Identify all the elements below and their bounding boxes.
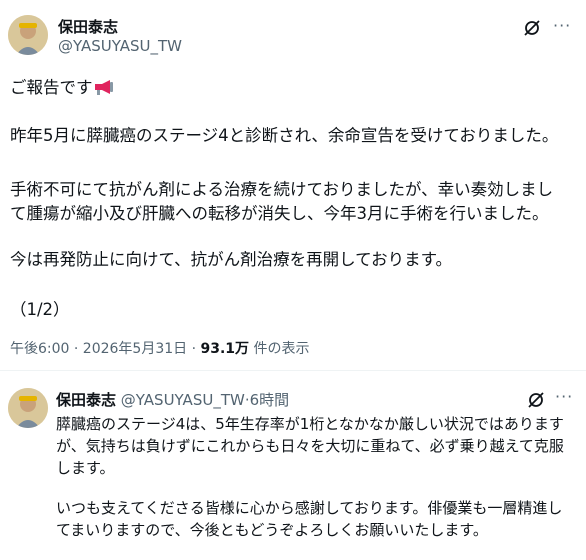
post-meta: 午後6:00 · 2026年5月31日 · 93.1万 件の表示 xyxy=(10,338,310,358)
post-text-line: 今は再発防止に向けて、抗がん剤治療を再開しております。 xyxy=(10,250,453,269)
grok-icon[interactable] xyxy=(522,18,542,38)
reply-text-line: します。 xyxy=(56,459,115,477)
author-name[interactable]: 保田泰志 xyxy=(58,16,118,37)
intro-text: ご報告です xyxy=(10,78,93,97)
intro-line: ご報告です xyxy=(10,74,115,98)
reply-author-name[interactable]: 保田泰志 xyxy=(56,391,116,409)
author-avatar[interactable] xyxy=(8,15,48,55)
reply-text-line: 膵臓癌のステージ4は、5年生存率が1桁となかなか厳しい状況ではあります xyxy=(56,415,564,433)
post-text-line: 手術不可にて抗がん剤による治療を続けておりましたが、幸い奏効しまし xyxy=(10,180,554,199)
meta-separator: · xyxy=(191,341,197,357)
author-handle[interactable]: @YASUYASU_TW xyxy=(58,37,182,55)
avatar-image xyxy=(8,388,48,428)
post-text-line: 昨年5月に膵臓癌のステージ4と診断され、余命宣告を受けておりました。 xyxy=(10,126,559,145)
views-count[interactable]: 93.1万 xyxy=(201,341,250,357)
views-label: 件の表示 xyxy=(253,341,310,357)
reply-more-options-button[interactable]: ··· xyxy=(555,387,573,406)
avatar-image xyxy=(8,15,48,55)
divider xyxy=(0,370,586,371)
megaphone-icon xyxy=(94,80,113,95)
reply-grok-icon[interactable] xyxy=(526,390,546,410)
reply-relative-time[interactable]: 6時間 xyxy=(250,391,290,409)
reply-author-handle[interactable]: @YASUYASU_TW xyxy=(121,391,245,409)
reply-text-line: が、気持ちは負けずにこれからも日々を大切に重ねて、必ず乗り越えて克服 xyxy=(56,437,564,455)
post-text-line: て腫瘍が縮小及び肝臓への転移が消失し、今年3月に手術を行いました。 xyxy=(10,204,549,223)
reply-header: 保田泰志 @YASUYASU_TW·6時間 xyxy=(56,389,289,410)
reply-text-line: てまいりますので、今後ともどうぞよろしくお願いいたします。 xyxy=(56,521,488,539)
post-timestamp[interactable]: 午後6:00 · 2026年5月31日 xyxy=(10,341,187,357)
more-options-button[interactable]: ··· xyxy=(553,16,571,35)
reply-author-avatar[interactable] xyxy=(8,388,48,428)
reply-text-line: いつも支えてくださる皆様に心から感謝しております。俳優業も一層精進し xyxy=(56,499,563,517)
post-text-line: （1/2） xyxy=(10,300,70,319)
